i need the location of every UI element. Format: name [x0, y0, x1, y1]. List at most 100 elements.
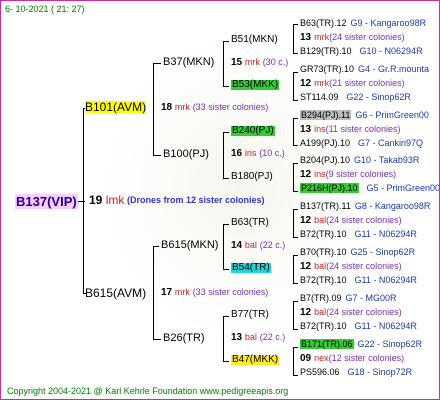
copyright-footer: Copyright 2004-2021 @ Karl Kehrle Founda…	[7, 386, 289, 396]
gen4-count-row: 12 bal(24 sister colonies)	[300, 262, 402, 272]
gen4-top-name[interactable]: B294(PJ).11	[300, 110, 352, 120]
gen4-top-origin: G8 - Kangaroo98R	[354, 201, 431, 211]
gen4-bottom-name[interactable]: B72(TR).10	[300, 321, 347, 331]
gen2-a-name[interactable]: B37(MKN)	[163, 57, 214, 68]
gen4-bottom-origin: G18 - Sinop72R	[347, 367, 413, 377]
gen4-note: (24 sister colonies)	[329, 32, 405, 42]
gen4-num: 13	[300, 32, 312, 43]
connector-line	[223, 132, 224, 178]
gen4-top-row: B63(TR).12 G9 - Kangaroo98R	[300, 19, 426, 28]
gen2-b-note: (10 c.)	[259, 148, 285, 158]
connector-line	[153, 339, 161, 340]
connector-line	[223, 41, 224, 86]
gen4-num: 09	[300, 353, 312, 364]
gen3-a2-name[interactable]: B53(MKK)	[231, 80, 280, 90]
connector-line	[223, 224, 224, 269]
gen4-unit: mrk	[314, 32, 330, 42]
connector-line	[293, 347, 294, 375]
connector-line	[293, 163, 294, 191]
report-date: 6- 10-2021 ( 21: 27)	[5, 4, 85, 14]
connector-line	[293, 24, 298, 25]
gen4-note: (24 sister colonies)	[326, 215, 402, 225]
gen4-count-row: 12 mrk(21 sister colonies)	[300, 79, 405, 89]
gen4-bottom-name[interactable]: B72(TR).10	[300, 229, 347, 239]
connector-line	[293, 118, 298, 119]
gen4-bottom-row: B129(TR).10 G10 - N06294R	[300, 47, 423, 56]
connector-line	[293, 347, 298, 348]
gen4-unit: ins	[314, 124, 326, 134]
gen3-c2-name[interactable]: B54(TR)	[231, 263, 271, 273]
gen4-top-origin: G25 - Sinop62R	[350, 247, 416, 257]
gen4-top-origin: G22 - Sinop62R	[357, 339, 423, 349]
sire-top-name[interactable]: B101(AVM)	[85, 101, 147, 113]
gen3-c1-name[interactable]: B63(TR)	[231, 218, 269, 228]
connector-line	[293, 118, 294, 145]
gen4-unit: mrk	[314, 78, 330, 88]
connector-line	[223, 361, 229, 362]
gen4-count-row: 09 nex(12 sister colonies)	[300, 354, 404, 364]
gen4-top-row: B7(TR).09 G7 - MG00R	[300, 294, 397, 303]
connector-line	[293, 301, 294, 329]
gen3-d2-name[interactable]: B47(MKK)	[231, 355, 280, 365]
gen4-bottom-name[interactable]: P216H(PJ).10	[300, 183, 359, 193]
gen4-note: (21 sister colonies)	[329, 78, 405, 88]
gen2-b-count: 16 ins (10 c.)	[231, 149, 285, 159]
gen2-d-name[interactable]: B26(TR)	[163, 333, 205, 344]
gen2-d-note: (22 c.)	[259, 332, 286, 342]
connector-line	[223, 316, 224, 361]
gen4-num: 12	[300, 215, 312, 226]
gen4-note: (12 sister colonies)	[328, 353, 405, 363]
connector-line	[153, 246, 154, 339]
gen2-c-name[interactable]: B615(MKN)	[161, 240, 218, 251]
gen4-top-name[interactable]: B63(TR).12	[300, 18, 347, 28]
connector-line	[223, 269, 229, 270]
gen4-count-row: 12 bal(24 sister colonies)	[300, 308, 402, 318]
gen4-top-name[interactable]: B137(TR).11	[300, 201, 351, 211]
connector-line	[153, 63, 154, 155]
gen4-top-origin: G9 - Kangaroo98R	[350, 18, 427, 28]
gen4-bottom-row: ST114.09 G22 - Sinop62R	[300, 93, 411, 102]
gen4-bottom-name[interactable]: A199(PJ).10	[300, 138, 350, 148]
gen3-b1-name[interactable]: B240(PJ)	[231, 126, 275, 136]
gen2-b-unit: ins	[244, 148, 257, 158]
root-queen-name[interactable]: B137(VIP)	[15, 194, 78, 209]
gen2-b-num: 16	[231, 148, 243, 159]
gen4-top-name[interactable]: B70(TR).10	[300, 247, 347, 257]
gen4-bottom-row: A199(PJ).10 G7 - Cankiri97Q	[300, 139, 423, 148]
gen2-d-count: 13 bal (22 c.)	[231, 333, 285, 343]
gen4-bottom-name[interactable]: ST114.09	[300, 92, 338, 102]
gen3-b2-name[interactable]: B180(PJ)	[231, 172, 273, 182]
connector-line	[153, 63, 161, 64]
gen4-top-name[interactable]: B7(TR).09	[300, 293, 342, 303]
gen4-bottom-name[interactable]: PS596.06	[300, 367, 340, 377]
gen3-d1-name[interactable]: B77(TR)	[231, 310, 269, 320]
gen4-num: 12	[300, 169, 312, 180]
sire-top-num: 18	[161, 102, 173, 113]
gen4-top-name[interactable]: B171(TR).06	[300, 339, 354, 349]
gen2-c-unit: bal	[244, 240, 257, 250]
gen2-b-name[interactable]: B100(PJ)	[163, 149, 209, 160]
connector-line	[293, 145, 298, 146]
sire-bottom-name[interactable]: B615(AVM)	[85, 287, 146, 299]
gen3-a1-name[interactable]: B51(MKN)	[231, 35, 278, 45]
connector-line	[293, 24, 294, 53]
gen4-bottom-row: B72(TR).10 G11 - N06294R	[300, 230, 417, 239]
gen4-bottom-name[interactable]: B129(TR).10	[300, 46, 352, 56]
pedigree-frame: 6- 10-2021 ( 21: 27) B137(VIP) 19 lmk (D…	[0, 0, 440, 400]
sire-bottom-unit: mrk	[174, 287, 190, 297]
gen4-unit: bal	[314, 307, 327, 317]
gen4-bottom-origin: G5 - PrimGreen00	[366, 183, 440, 193]
connector-line	[293, 237, 298, 238]
connector-line	[293, 375, 298, 376]
sire-bottom-num: 17	[161, 287, 173, 298]
gen4-bottom-origin: G10 - N06294R	[359, 46, 423, 56]
connector-line	[223, 178, 229, 179]
connector-line	[223, 316, 229, 317]
connector-line	[153, 246, 159, 247]
gen4-bottom-name[interactable]: B72(TR).10	[300, 275, 347, 285]
gen4-top-name[interactable]: GR73(TR).10	[300, 64, 354, 74]
gen2-c-num: 14	[231, 240, 243, 251]
gen4-top-name[interactable]: B204(PJ).10	[300, 155, 350, 165]
gen4-note: (9 sister colonies)	[325, 169, 397, 179]
connector-line	[293, 209, 298, 210]
